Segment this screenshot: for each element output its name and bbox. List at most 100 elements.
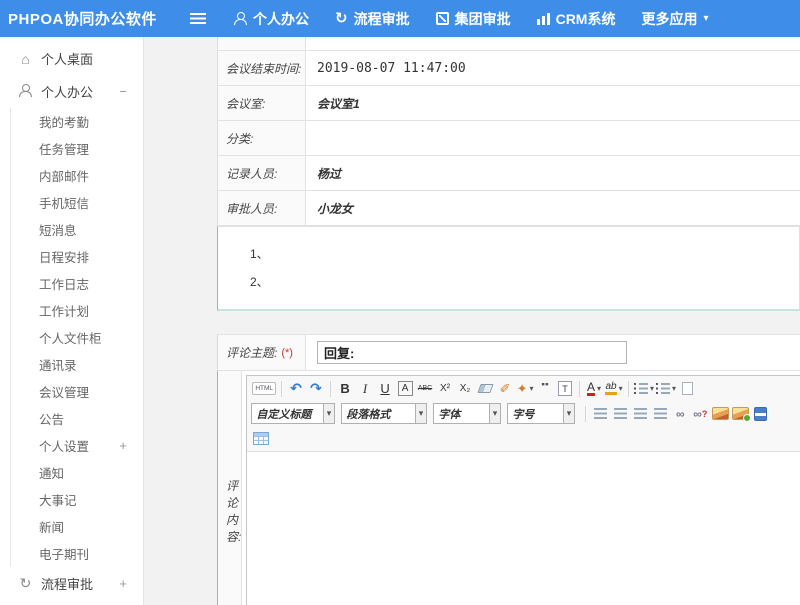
font-size-select[interactable]: 字号▾ xyxy=(507,403,575,424)
strikethrough-button[interactable]: ABC xyxy=(416,379,434,399)
sidebar-item-work-log[interactable]: 工作日志 xyxy=(11,270,143,297)
comment-subject-label-cell: 评论主题: (*) xyxy=(218,335,306,370)
insert-image-button[interactable] xyxy=(711,404,729,424)
italic-button[interactable]: I xyxy=(356,379,374,399)
paragraph-format-select[interactable]: 段落格式▾ xyxy=(341,403,427,424)
superscript-button[interactable]: X² xyxy=(436,379,454,399)
form-row-category: 分类: xyxy=(217,121,800,156)
comment-subject-input[interactable] xyxy=(317,341,627,364)
editor-content-area[interactable] xyxy=(247,451,800,605)
sidebar-item-contacts[interactable]: 通讯录 xyxy=(11,351,143,378)
underline-button[interactable]: U xyxy=(376,379,394,399)
upload-image-button[interactable] xyxy=(731,404,749,424)
sidebar-item-short-message[interactable]: 短消息 xyxy=(11,216,143,243)
paste-as-text-button[interactable]: T xyxy=(556,379,574,399)
sidebar-item-e-journal[interactable]: 电子期刊 xyxy=(11,540,143,567)
form-row-approver: 审批人员: 小龙女 xyxy=(217,191,800,226)
sidebar-item-personal-office[interactable]: 个人办公 − xyxy=(0,75,143,108)
sidebar-item-label: 个人办公 xyxy=(41,82,93,101)
font-color-button[interactable]: A▾ xyxy=(585,379,603,399)
menu-icon[interactable] xyxy=(190,13,206,24)
sidebar-item-label: 个人文件柜 xyxy=(39,328,102,347)
sidebar-item-desktop[interactable]: ⌂ 个人桌面 xyxy=(0,42,143,75)
collapse-icon[interactable]: − xyxy=(119,84,127,99)
html-source-button[interactable]: HTML xyxy=(252,379,276,399)
rich-text-editor: HTML ↶ ↷ B I U A ABC X² X₂ ✐ xyxy=(246,375,800,605)
format-clean-button[interactable]: ✐ xyxy=(496,379,514,399)
subscript-button[interactable]: X₂ xyxy=(456,379,474,399)
nav-crm-system[interactable]: CRM系统 xyxy=(537,9,616,29)
undo-button[interactable]: ↶ xyxy=(287,379,305,399)
align-center-button[interactable] xyxy=(611,404,629,424)
editor-toolbar-row3 xyxy=(247,426,800,451)
nav-group-approval[interactable]: 集团审批 xyxy=(436,9,511,29)
nav-more-apps[interactable]: 更多应用 ▾ xyxy=(641,9,708,29)
sidebar-item-label: 电子期刊 xyxy=(39,544,89,563)
page-icon xyxy=(682,382,693,395)
sidebar-item-tasks[interactable]: 任务管理 xyxy=(11,135,143,162)
highlight-color-button[interactable]: ab▾ xyxy=(605,379,623,399)
align-left-icon xyxy=(594,408,607,419)
nav-process-approval[interactable]: ↻ 流程审批 xyxy=(335,9,410,29)
nav-label: 更多应用 xyxy=(641,9,697,29)
font-family-select[interactable]: 字体▾ xyxy=(433,403,501,424)
sidebar-item-process-approval[interactable]: ↻ 流程审批 + xyxy=(0,567,143,600)
sidebar-item-announcements[interactable]: 公告 xyxy=(11,405,143,432)
content-line: 2、 xyxy=(250,268,799,296)
eraser-button[interactable] xyxy=(476,379,494,399)
unlink-button[interactable]: ∞? xyxy=(691,404,709,424)
sidebar-item-attendance[interactable]: 我的考勤 xyxy=(11,108,143,135)
sidebar-item-news[interactable]: 新闻 xyxy=(11,513,143,540)
sidebar-item-label: 个人设置 xyxy=(39,436,89,455)
boxed-a-icon: A xyxy=(398,381,413,396)
chevron-down-icon: ▾ xyxy=(672,384,676,393)
align-left-button[interactable] xyxy=(591,404,609,424)
bold-button[interactable]: B xyxy=(336,379,354,399)
insert-table-button[interactable] xyxy=(252,429,270,449)
comment-subject-value-cell xyxy=(306,335,800,370)
sidebar-item-label: 内部邮件 xyxy=(39,166,89,185)
chevron-down-icon: ▾ xyxy=(563,404,575,423)
char-border-button[interactable]: A xyxy=(396,379,414,399)
sidebar-item-label: 日程安排 xyxy=(39,247,89,266)
chevron-down-icon: ▾ xyxy=(529,384,533,393)
highlight-icon: ab xyxy=(605,382,616,395)
sidebar-item-meetings[interactable]: 会议管理 xyxy=(11,378,143,405)
sidebar-item-label: 流程审批 xyxy=(41,574,93,593)
ordered-list-button[interactable]: ▾ xyxy=(634,379,654,399)
sidebar-item-label: 任务管理 xyxy=(39,139,89,158)
align-right-button[interactable] xyxy=(631,404,649,424)
sidebar-item-events[interactable]: 大事记 xyxy=(11,486,143,513)
sidebar-item-internal-mail[interactable]: 内部邮件 xyxy=(11,162,143,189)
unordered-list-icon xyxy=(656,383,670,394)
expand-icon[interactable]: + xyxy=(119,438,127,453)
comment-content-label: 评论内容: xyxy=(226,477,241,545)
align-justify-button[interactable] xyxy=(651,404,669,424)
sidebar-item-label: 大事记 xyxy=(39,490,77,509)
form-label: 会议室: xyxy=(218,86,306,120)
sidebar-item-personal-settings[interactable]: 个人设置 + xyxy=(11,432,143,459)
format-painter-button[interactable]: ✦▾ xyxy=(516,379,534,399)
content-line: 1、 xyxy=(250,240,799,268)
unordered-list-button[interactable]: ▾ xyxy=(656,379,676,399)
align-center-icon xyxy=(614,408,627,419)
sidebar-item-sms[interactable]: 手机短信 xyxy=(11,189,143,216)
form-label: 会议结束时间: xyxy=(218,51,306,85)
form-row-end-time: 会议结束时间: 2019-08-07 11:47:00 xyxy=(217,51,800,86)
sidebar-item-notifications[interactable]: 通知 xyxy=(11,459,143,486)
insert-link-button[interactable]: ∞ xyxy=(671,404,689,424)
sidebar-item-schedule[interactable]: 日程安排 xyxy=(11,243,143,270)
sidebar-item-file-cabinet[interactable]: 个人文件柜 xyxy=(11,324,143,351)
form-value-cell xyxy=(306,37,800,50)
paste-text-icon: T xyxy=(558,381,572,396)
sidebar-item-label: 会议管理 xyxy=(39,382,89,401)
expand-icon[interactable]: + xyxy=(119,576,127,591)
sidebar-item-work-plan[interactable]: 工作计划 xyxy=(11,297,143,324)
custom-title-select[interactable]: 自定义标题▾ xyxy=(251,403,335,424)
redo-button[interactable]: ↷ xyxy=(307,379,325,399)
blockquote-button[interactable]: “ xyxy=(536,379,554,399)
form-label: 审批人员: xyxy=(218,191,306,225)
insert-media-button[interactable] xyxy=(751,404,769,424)
new-page-button[interactable] xyxy=(678,379,696,399)
nav-personal-office[interactable]: 个人办公 xyxy=(234,9,309,29)
